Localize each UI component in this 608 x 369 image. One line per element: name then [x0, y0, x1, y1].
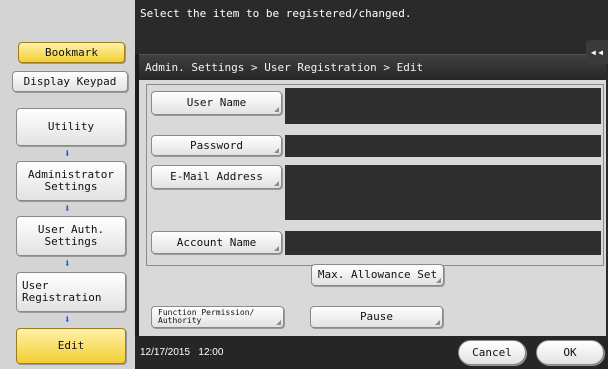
- nav-administrator-settings-button[interactable]: Administrator Settings: [16, 161, 126, 201]
- ok-button[interactable]: OK: [536, 340, 604, 365]
- nav-user-registration-button[interactable]: User Registration: [16, 272, 126, 312]
- account-name-button[interactable]: Account Name: [151, 231, 282, 254]
- bookmark-button[interactable]: Bookmark: [18, 42, 125, 63]
- collapse-panel-icon[interactable]: ◂◂: [586, 40, 608, 64]
- down-arrow-icon: ⬇: [64, 147, 71, 160]
- date-time-display: 12/17/2015 12:00: [140, 347, 223, 358]
- display-keypad-button[interactable]: Display Keypad: [12, 71, 128, 92]
- nav-edit-button[interactable]: Edit: [16, 328, 126, 364]
- pause-button[interactable]: Pause: [310, 306, 443, 328]
- left-navigation-panel: Bookmark Display Keypad Utility ⬇ Admini…: [0, 0, 135, 369]
- breadcrumb: Admin. Settings > User Registration > Ed…: [139, 54, 606, 80]
- time-text: 12:00: [198, 347, 224, 358]
- cancel-button[interactable]: Cancel: [458, 340, 526, 365]
- down-arrow-icon: ⬇: [64, 257, 71, 270]
- user-name-button[interactable]: User Name: [151, 91, 282, 115]
- account-name-field[interactable]: [285, 231, 601, 255]
- nav-user-auth-settings-button[interactable]: User Auth. Settings: [16, 216, 126, 256]
- down-arrow-icon: ⬇: [64, 202, 71, 215]
- user-name-field[interactable]: [285, 88, 601, 124]
- email-address-field[interactable]: [285, 165, 601, 220]
- instruction-message: Select the item to be registered/changed…: [140, 7, 412, 20]
- function-permission-authority-button[interactable]: Function Permission/ Authority: [151, 306, 284, 328]
- max-allowance-set-button[interactable]: Max. Allowance Set: [311, 264, 444, 286]
- date-text: 12/17/2015: [140, 347, 191, 358]
- email-address-button[interactable]: E-Mail Address: [151, 165, 282, 189]
- nav-utility-button[interactable]: Utility: [16, 108, 126, 146]
- down-arrow-icon: ⬇: [64, 313, 71, 326]
- password-button[interactable]: Password: [151, 135, 282, 156]
- password-field[interactable]: [285, 135, 601, 157]
